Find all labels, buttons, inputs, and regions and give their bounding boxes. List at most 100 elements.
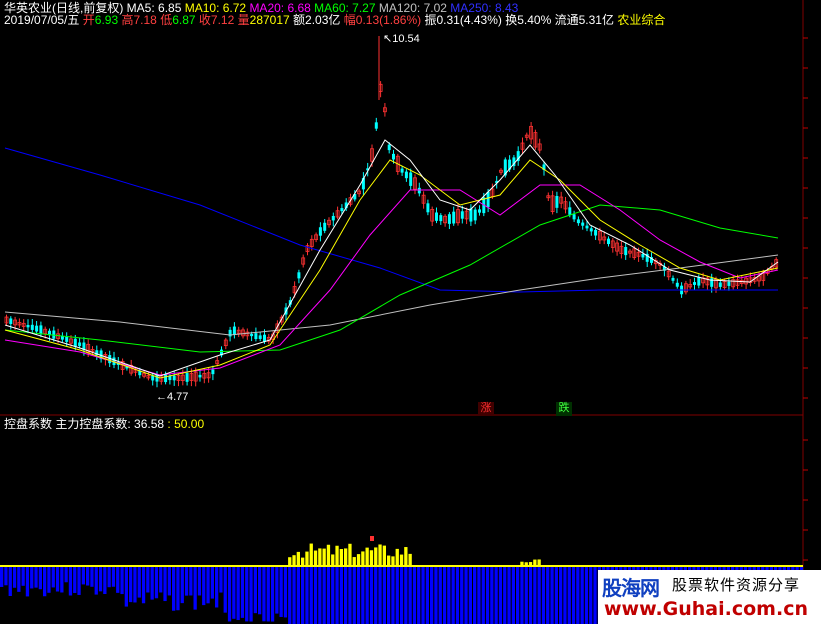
- indicator-bar-negative: [339, 567, 343, 624]
- indicator-bar-negative: [589, 567, 593, 624]
- indicator-bar-negative: [43, 567, 47, 597]
- low-label: 低: [160, 13, 173, 27]
- indicator-bar-negative: [210, 567, 214, 599]
- indicator-bar-negative: [322, 567, 326, 624]
- indicator-bar-negative: [399, 567, 404, 624]
- indicator-bar-negative: [193, 567, 197, 610]
- indicator-bar-positive: [288, 557, 292, 566]
- ma10-line: [4, 159, 779, 379]
- indicator-bar-negative: [537, 567, 541, 624]
- candle-body-down: [718, 282, 722, 287]
- candle-body-down: [9, 318, 13, 325]
- indicator-bar-negative: [309, 567, 313, 624]
- indicator-bar-negative: [34, 567, 38, 588]
- indicator-bar-negative: [111, 567, 116, 587]
- indicator-bar-negative: [202, 567, 206, 606]
- indicator-bar-positive: [382, 545, 386, 566]
- indicator-bar-negative: [219, 567, 223, 593]
- indicator-bar-negative: [417, 567, 421, 624]
- candle-body-down: [624, 246, 628, 256]
- indicator-bar-positive: [374, 547, 378, 566]
- indicator-bar-negative: [98, 567, 103, 592]
- indicator-bar-positive: [335, 545, 339, 566]
- indicator-bar-negative: [232, 567, 236, 619]
- close-label: 收: [198, 13, 211, 27]
- candle-body-down: [693, 282, 696, 285]
- indicator-bar-positive: [313, 550, 318, 566]
- sector-link[interactable]: 农业综合: [617, 13, 665, 27]
- indicator-bar-negative: [533, 567, 537, 624]
- date: 2019/07/05/五: [4, 13, 80, 27]
- indicator-name[interactable]: 控盘系数: [4, 417, 52, 431]
- indicator-bar-negative: [571, 567, 576, 624]
- candle-body-down: [374, 122, 378, 129]
- indicator-bar-negative: [477, 567, 481, 624]
- indicator-bar-negative: [348, 567, 352, 624]
- indicator-bar-negative: [378, 567, 382, 624]
- candle-body-down: [581, 222, 585, 226]
- indicator-bar-negative: [189, 567, 193, 596]
- indicator-bar-negative: [4, 567, 8, 586]
- open-value: 6.93: [94, 13, 119, 27]
- indicator-bar-positive: [305, 551, 309, 566]
- indicator-bar-negative: [563, 567, 567, 624]
- indicator-bar-negative: [520, 567, 524, 624]
- indicator-bar-negative: [541, 567, 546, 624]
- indicator-bar-negative: [412, 567, 417, 624]
- amount-value: 2.03亿: [305, 13, 341, 27]
- indicator-bar-negative: [64, 567, 68, 583]
- indicator-bar-negative: [404, 567, 408, 624]
- indicator-bar-negative: [576, 567, 580, 624]
- indicator-bar-negative: [275, 567, 279, 614]
- candle-body-down: [331, 215, 335, 221]
- indicator-bar-negative: [554, 567, 558, 624]
- low-price-value: 4.77: [167, 391, 189, 403]
- candle-body-down: [697, 277, 701, 286]
- indicator-bar-negative: [455, 567, 460, 624]
- indicator-bar-negative: [172, 567, 176, 611]
- indicator-bar-negative: [288, 567, 292, 624]
- fall-marker[interactable]: 跌: [556, 402, 572, 416]
- indicator-bar-negative: [335, 567, 339, 624]
- indicator-bar-negative: [25, 567, 30, 597]
- watermark-logo: 股海网: [602, 576, 660, 600]
- colon-separator: :: [164, 417, 175, 431]
- indicator-bar-negative: [528, 567, 533, 624]
- indicator-series-name: 主力控盘系数: [55, 417, 128, 431]
- indicator-bar-negative: [511, 567, 515, 624]
- indicator-value: 36.58: [134, 417, 165, 431]
- indicator-bar-positive: [365, 547, 369, 566]
- candle-body-down: [263, 334, 266, 342]
- ma20-line: [4, 184, 779, 376]
- indicator-bar-negative: [12, 567, 17, 588]
- indicator-bar-positive: [309, 543, 313, 566]
- candle-body-down: [589, 228, 593, 232]
- candle-body-down: [594, 229, 598, 236]
- indicator-bar-positive: [404, 547, 408, 566]
- indicator-bar-negative: [442, 567, 447, 624]
- candle-body-down: [404, 171, 408, 179]
- indicator-bar-positive: [344, 548, 348, 566]
- indicator-bar-negative: [546, 567, 550, 624]
- indicator-bar-negative: [524, 567, 528, 624]
- indicator-bar-negative: [167, 567, 171, 596]
- indicator-bar-positive: [528, 562, 533, 566]
- indicator-bar-positive: [326, 544, 331, 566]
- candlestick-chart[interactable]: [0, 0, 821, 624]
- indicator-bar-negative: [326, 567, 331, 624]
- indicator-bar-negative: [258, 567, 262, 615]
- ma60-line: [4, 204, 779, 353]
- candle-body-down: [641, 253, 645, 258]
- indicator-bar-negative: [318, 567, 322, 624]
- candle-body-down: [435, 212, 438, 221]
- rise-marker[interactable]: 涨: [478, 402, 494, 416]
- indicator-bar-negative: [94, 567, 98, 595]
- indicator-bar-positive: [533, 559, 537, 566]
- watermark-banner: 股海网 股票软件资源分享 www.Guhai.com.cn: [598, 570, 821, 624]
- indicator-bar-negative: [215, 567, 219, 608]
- indicator-bar-negative: [344, 567, 348, 624]
- candle-body-down: [65, 337, 69, 342]
- indicator-bar-positive: [361, 551, 365, 566]
- indicator-bar-negative: [55, 567, 60, 592]
- indicator-bar-negative: [283, 567, 288, 618]
